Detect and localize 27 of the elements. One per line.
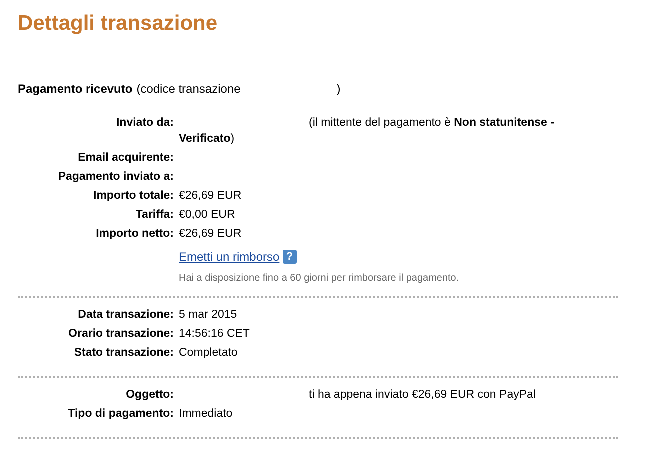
field-label: Stato transazione: [73,346,174,361]
field-label: Email acquirente: [77,151,174,166]
field-label: Inviato da: [115,116,174,131]
refund-link[interactable]: Emetti un rimborso [179,250,280,264]
field-label: Data transazione: [77,308,174,323]
field-value: 5 mar 2015 [179,308,238,323]
field-label: Importo netto: [95,227,174,242]
field-value: Immediato [179,407,234,422]
field-value: €0,00 EUR [179,208,236,223]
field-label: Tariffa: [134,208,174,223]
page-title: Dettagli transazione [18,12,219,36]
field-value: €26,69 EUR [179,189,243,204]
receipt-label: Pagamento ricevuto [18,82,133,96]
field-value: €26,69 EUR [179,227,243,242]
field-label: Importo totale: [92,189,174,204]
field-label: Orario transazione: [68,327,174,342]
field-value: ti ha appena inviato €26,69 EUR con PayPal [308,388,537,403]
field-label: Tipo di pagamento: [67,407,174,422]
field-label: Oggetto: [125,388,174,403]
refund-note: Hai a disposizione fino a 60 giorni per rimborsare il pagamento. [179,273,460,284]
field-value: (il mittente del pagamento è Non statunitense - Verificato) [179,116,556,147]
field-value: 14:56:16 CET [179,327,251,342]
field-value: Completato [179,346,239,361]
field-label: Pagamento inviato a: [57,170,174,185]
receipt-text: (codice transazione [136,82,241,96]
receipt-tail: ) [336,82,341,96]
help-button[interactable]: ? [282,250,297,264]
